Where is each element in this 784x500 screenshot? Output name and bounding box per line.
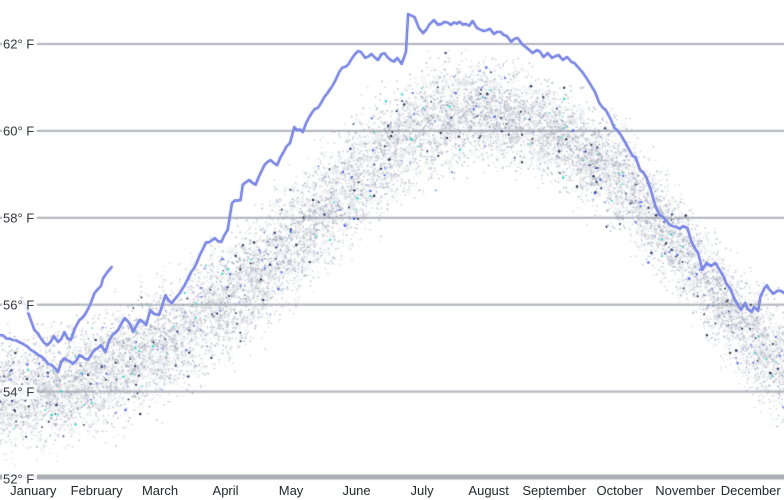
y-axis-tick-label: 62° F	[2, 36, 38, 52]
x-axis-month-label: December	[720, 483, 781, 498]
y-axis-tick-label: 54° F	[2, 384, 38, 400]
x-axis-month-label: May	[278, 483, 304, 498]
x-axis-month-label: April	[212, 483, 239, 498]
chart-canvas	[0, 0, 784, 500]
x-axis-month-label: September	[522, 483, 586, 498]
x-axis-month-label: February	[70, 483, 123, 498]
x-axis-month-label: November	[655, 483, 716, 498]
x-axis-month-label: March	[141, 483, 179, 498]
y-axis-tick-label: 56° F	[2, 297, 38, 313]
y-axis-tick-label: 58° F	[2, 210, 38, 226]
y-axis-tick-label: 60° F	[2, 123, 38, 139]
x-axis-month-label: July	[410, 483, 434, 498]
x-axis-month-label: June	[342, 483, 371, 498]
x-axis-month-label: January	[10, 483, 57, 498]
x-axis-month-label: August	[468, 483, 509, 498]
x-axis-month-label: October	[596, 483, 643, 498]
water-temperature-chart: 62° F 60° F 58° F 56° F 54° F 52° F January Fe…	[0, 0, 784, 500]
